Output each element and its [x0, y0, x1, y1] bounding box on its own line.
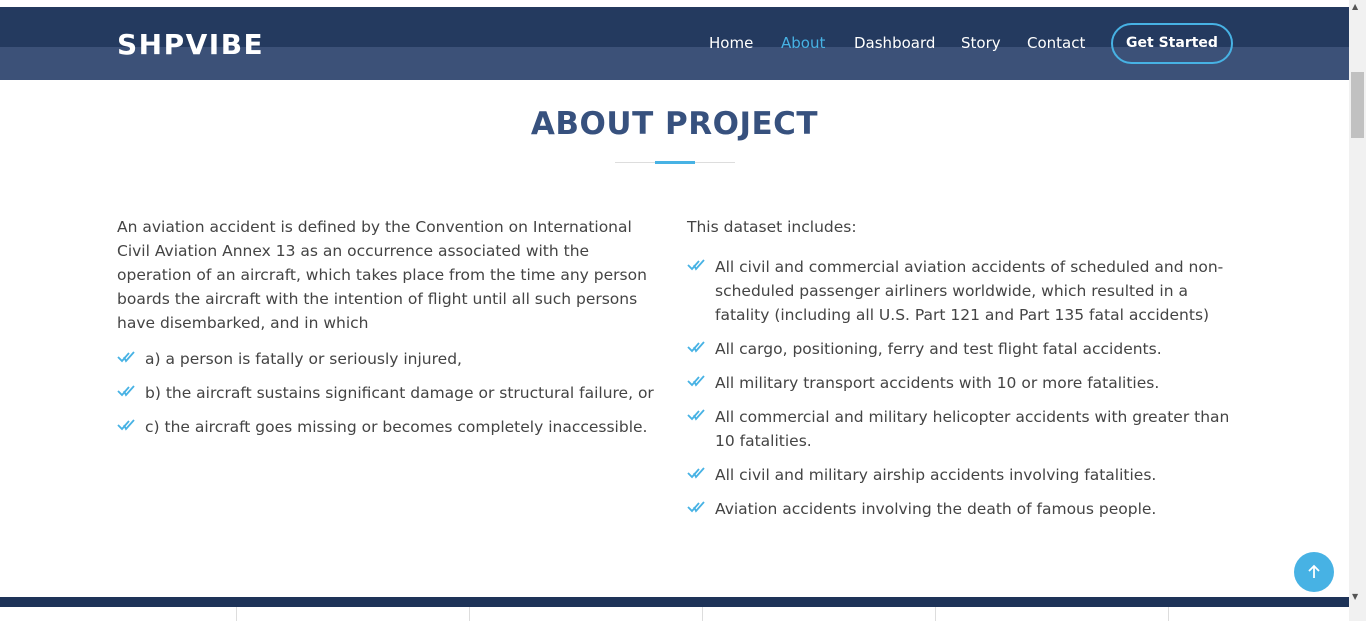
list-item: a) a person is fatally or seriously inju…	[117, 347, 657, 371]
scroll-down-arrow-icon[interactable]: ▼	[1352, 592, 1358, 601]
scrollbar-thumb[interactable]	[1351, 72, 1364, 138]
about-left-column: An aviation accident is defined by the C…	[117, 215, 657, 439]
title-accent-bar	[655, 161, 695, 164]
double-check-icon	[687, 501, 705, 513]
list-item-text: Aviation accidents involving the death o…	[715, 500, 1157, 518]
list-item-text: a) a person is fatally or seriously inju…	[145, 350, 462, 368]
list-item: Aviation accidents involving the death o…	[687, 497, 1232, 521]
about-right-column: This dataset includes: All civil and com…	[687, 215, 1232, 521]
list-item: c) the aircraft goes missing or becomes …	[117, 415, 657, 439]
footer-divider-row	[0, 607, 1349, 621]
list-item: All civil and commercial aviation accide…	[687, 255, 1232, 327]
right-intro-text: This dataset includes:	[687, 218, 857, 236]
list-item-text: All civil and military airship accidents…	[715, 466, 1157, 484]
double-check-icon	[687, 341, 705, 353]
top-strip	[0, 0, 1349, 7]
double-check-icon	[687, 467, 705, 479]
nav-story[interactable]: Story	[961, 34, 1001, 52]
double-check-icon	[117, 351, 135, 363]
nav-dashboard[interactable]: Dashboard	[854, 34, 935, 52]
left-intro-text: An aviation accident is defined by the C…	[117, 218, 647, 332]
nav-about[interactable]: About	[781, 34, 825, 52]
list-item: b) the aircraft sustains significant dam…	[117, 381, 657, 405]
list-item: All cargo, positioning, ferry and test f…	[687, 337, 1232, 361]
list-item-text: All cargo, positioning, ferry and test f…	[715, 340, 1162, 358]
list-item-text: All civil and commercial aviation accide…	[715, 258, 1224, 324]
double-check-icon	[687, 375, 705, 387]
double-check-icon	[117, 385, 135, 397]
list-item-text: c) the aircraft goes missing or becomes …	[145, 418, 648, 436]
double-check-icon	[687, 259, 705, 271]
left-criteria-list: a) a person is fatally or seriously inju…	[117, 347, 657, 439]
divider	[236, 607, 237, 621]
arrow-up-icon	[1308, 564, 1320, 578]
double-check-icon	[117, 419, 135, 431]
back-to-top-button[interactable]	[1294, 552, 1334, 592]
list-item: All military transport accidents with 10…	[687, 371, 1232, 395]
nav-home[interactable]: Home	[709, 34, 753, 52]
divider	[935, 607, 936, 621]
next-section-banner	[0, 597, 1349, 607]
nav-contact[interactable]: Contact	[1027, 34, 1085, 52]
list-item-text: b) the aircraft sustains significant dam…	[145, 384, 654, 402]
dataset-list: All civil and commercial aviation accide…	[687, 255, 1232, 521]
get-started-button[interactable]: Get Started	[1111, 23, 1233, 64]
double-check-icon	[687, 409, 705, 421]
scroll-up-arrow-icon[interactable]: ▲	[1352, 2, 1358, 11]
list-item-text: All military transport accidents with 10…	[715, 374, 1160, 392]
list-item: All civil and military airship accidents…	[687, 463, 1232, 487]
section-title: ABOUT PROJECT	[530, 106, 819, 142]
divider	[702, 607, 703, 621]
divider	[1168, 607, 1169, 621]
list-item-text: All commercial and military helicopter a…	[715, 408, 1230, 450]
site-header: SHPVIBE Home About Dashboard Story Conta…	[0, 7, 1349, 80]
divider	[469, 607, 470, 621]
list-item: All commercial and military helicopter a…	[687, 405, 1232, 453]
